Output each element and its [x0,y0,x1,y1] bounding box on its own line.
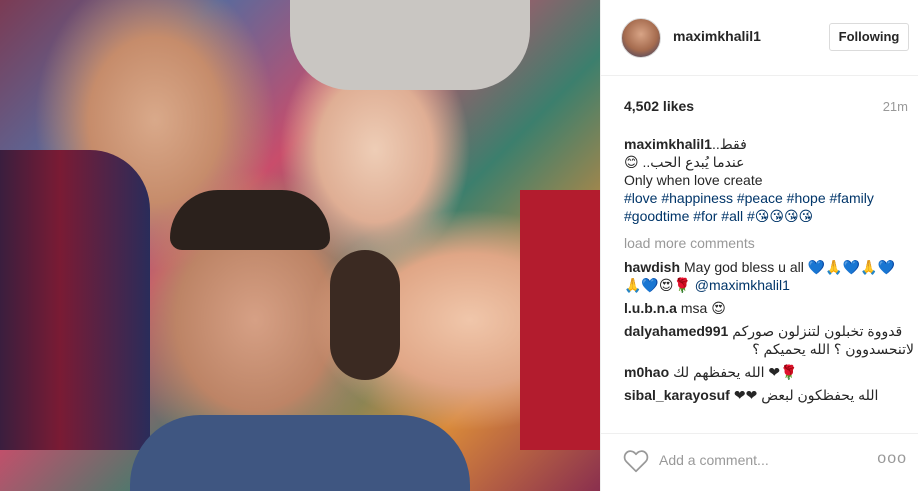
comments-section: maximkhalil1فقط.. 😊 ..عندما يُبدع الحب O… [624,135,914,435]
post-header: maximkhalil1 Following [601,0,918,76]
comment-text: 🙏💙😍🌹 [624,277,691,293]
comment-username[interactable]: dalyahamed991 [624,323,728,339]
photo-region-red-fabric [520,190,600,450]
post-side-panel: maximkhalil1 Following 4,502 likes 21m m… [600,0,918,491]
comment: dalyahamed991 قدووة تخبلون لتنزلون صوركم … [624,322,914,358]
comment-text: 🌹❤ الله يحفظهم لك [673,364,798,380]
comment-mention[interactable]: @maximkhalil1 [695,277,790,293]
heart-icon[interactable] [623,449,649,473]
more-options-icon[interactable]: ooo [877,450,907,468]
following-button[interactable]: Following [829,23,909,51]
photo-region-jersey [0,150,150,450]
comment-text: msa 😍 [680,300,726,316]
comment: l.u.b.n.a msa 😍 [624,299,914,317]
load-more-comments-link[interactable]: load more comments [624,234,914,252]
photo-region-hoodie [290,0,530,90]
comment-text: الله يحفظكون لبعض ❤❤ [733,387,879,403]
caption-username[interactable]: maximkhalil1 [624,136,712,152]
caption-hashtags-line-1[interactable]: #love #happiness #peace #hope #family [624,189,914,207]
caption-hashtags-line-2[interactable]: #goodtime #for #all #😘😘😘😘 [624,207,914,225]
avatar[interactable] [621,18,661,58]
photo-region-hair [170,190,330,250]
comment-text-line-2: لاتنحسدوون ؟ الله يحميكم ؟ [752,341,914,357]
comment-text: May god bless u all 💙🙏💙🙏💙 [684,259,895,275]
post-time[interactable]: 21m [883,99,908,114]
caption: maximkhalil1فقط.. 😊 ..عندما يُبدع الحب O… [624,135,914,225]
comment-username[interactable]: sibal_karayosuf [624,387,730,403]
likes-count[interactable]: 4,502 likes [624,98,694,114]
comment-username[interactable]: m0hao [624,364,669,380]
comment-text: قدووة تخبلون لتنزلون صوركم [732,323,903,339]
comment: sibal_karayosuf الله يحفظكون لبعض ❤❤ [624,386,914,404]
caption-line-2: 😊 ..عندما يُبدع الحب [624,154,745,170]
comment-footer: Add a comment... ooo [601,433,918,491]
header-username[interactable]: maximkhalil1 [673,28,761,44]
photo-region-tshirt [130,415,470,491]
post-photo[interactable] [0,0,600,491]
caption-line-1: فقط.. [711,136,747,152]
caption-line-3: Only when love create [624,172,763,188]
add-comment-input[interactable]: Add a comment... [659,452,769,468]
comment-username[interactable]: hawdish [624,259,680,275]
comment-username[interactable]: l.u.b.n.a [624,300,677,316]
comment: m0hao 🌹❤ الله يحفظهم لك [624,363,914,381]
photo-region-hair [330,250,400,380]
comment: hawdish May god bless u all 💙🙏💙🙏💙 🙏💙😍🌹 @m… [624,258,914,294]
